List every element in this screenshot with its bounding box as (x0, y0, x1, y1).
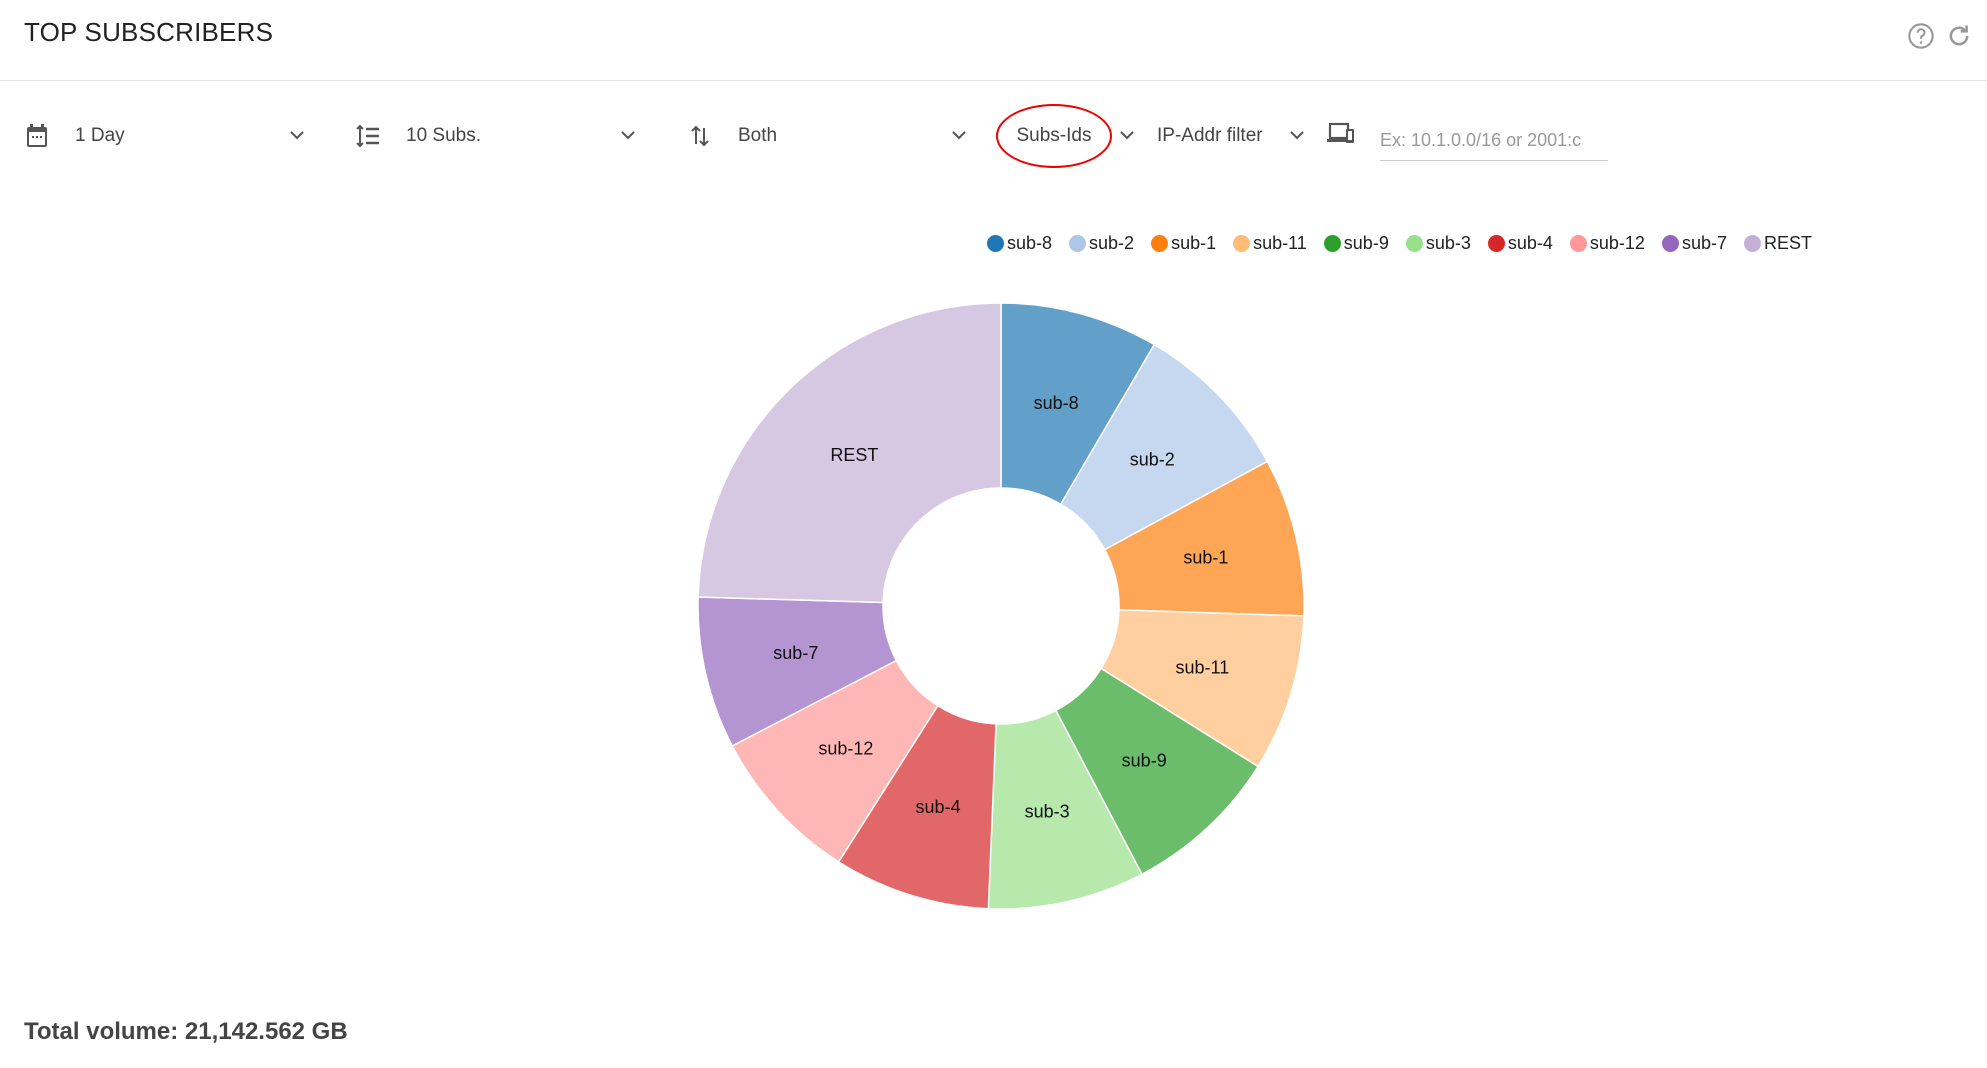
slice-label: REST (830, 445, 878, 465)
slice-label: sub-2 (1130, 450, 1175, 470)
slice-label: sub-11 (1176, 657, 1230, 677)
total-volume: Total volume: 21,142.562 GB (24, 1018, 348, 1045)
donut-chart: sub-8 sub-2 sub-1 sub-11 sub-9 sub-3 sub-4 sub-… (697, 302, 1305, 910)
slice-label: sub-12 (818, 738, 873, 758)
slice-label: sub-8 (1034, 393, 1079, 413)
slice-label: sub-4 (916, 797, 961, 817)
slice-label: sub-7 (773, 643, 818, 663)
slice-label: sub-3 (1025, 801, 1070, 821)
slice-label: sub-9 (1122, 750, 1167, 770)
slice-label: sub-1 (1183, 548, 1228, 568)
